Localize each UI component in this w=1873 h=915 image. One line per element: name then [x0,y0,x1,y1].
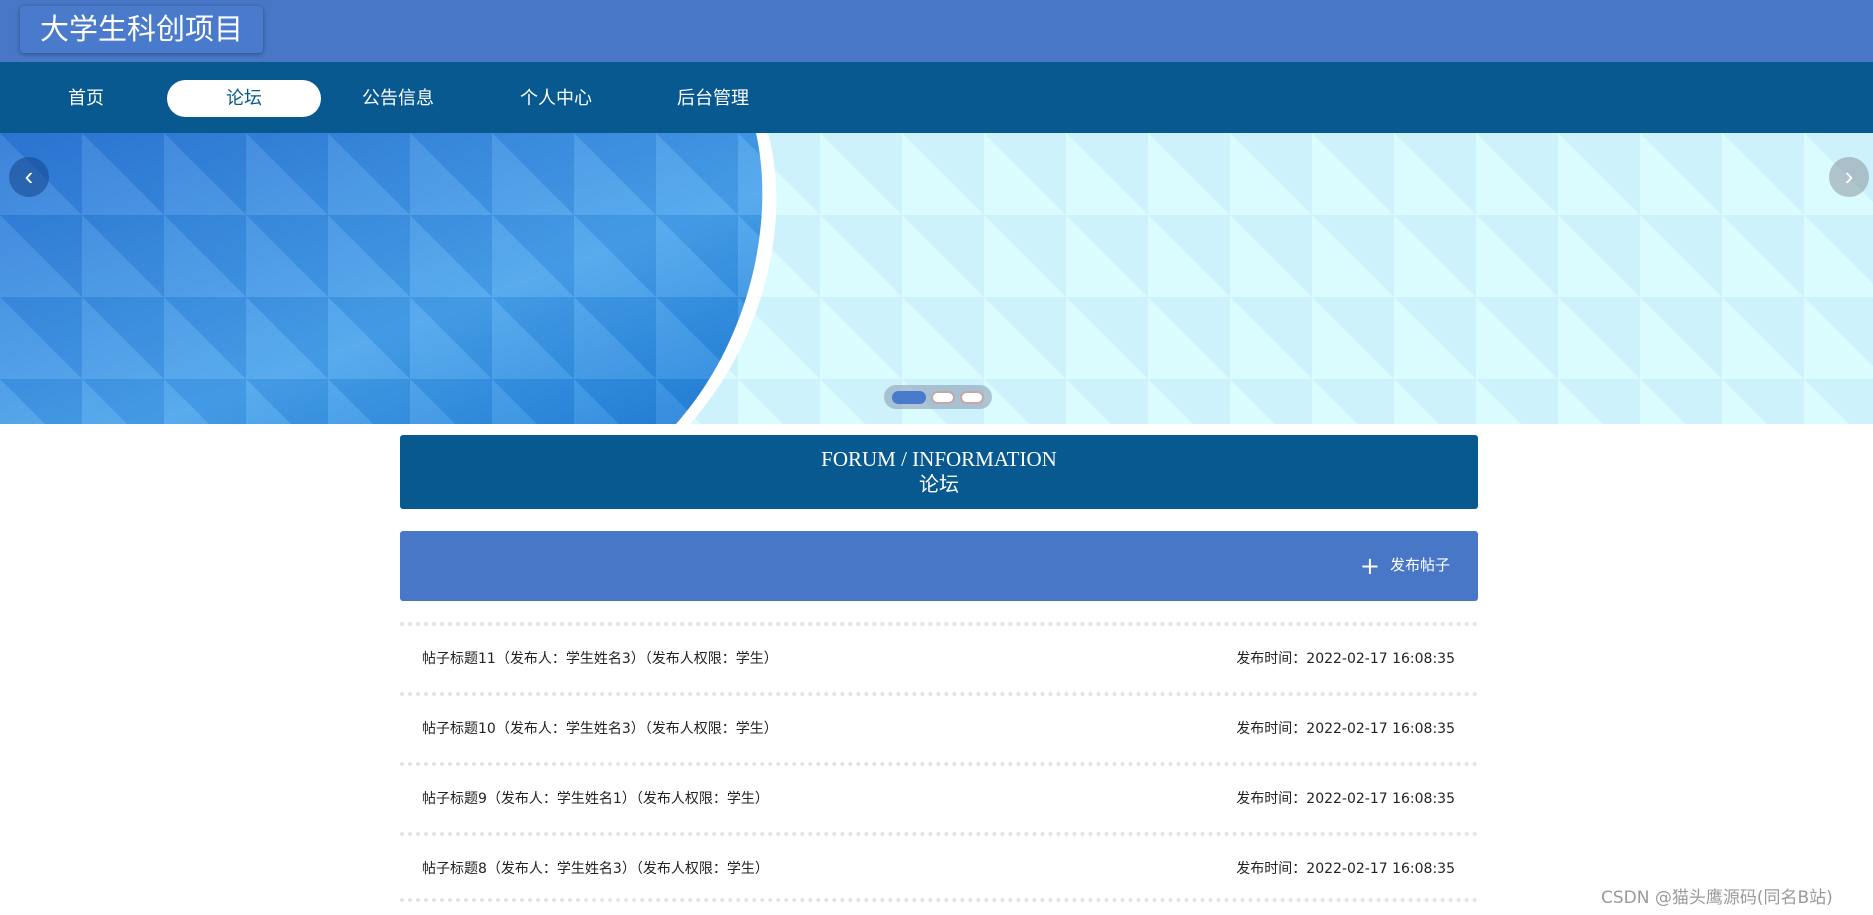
nav-item-home[interactable]: 首页 [9,80,163,117]
top-bar: 大学生科创项目 [0,0,1873,62]
post-item[interactable]: 帖子标题10（发布人：学生姓名3）（发布人权限：学生） 发布时间：2022-02… [400,692,1478,762]
post-item[interactable]: 帖子标题9（发布人：学生姓名1）（发布人权限：学生） 发布时间：2022-02-… [400,762,1478,832]
post-time: 发布时间：2022-02-17 16:08:35 [1236,791,1455,807]
action-bar: + 发布帖子 [400,531,1478,601]
watermark: CSDN @猫头鹰源码(同名B站) [1601,888,1833,908]
chevron-right-icon: › [1844,161,1854,191]
section-title-en: FORUM / INFORMATION [821,447,1057,471]
chevron-left-icon: ‹ [24,161,34,191]
post-time: 发布时间：2022-02-17 16:08:35 [1236,721,1455,737]
banner-carousel [0,133,1873,424]
post-list: 帖子标题11（发布人：学生姓名3）（发布人权限：学生） 发布时间：2022-02… [400,622,1478,902]
nav-item-admin[interactable]: 后台管理 [636,80,790,117]
post-item[interactable]: 帖子标题8（发布人：学生姓名3）（发布人权限：学生） 发布时间：2022-02-… [400,832,1478,902]
site-title[interactable]: 大学生科创项目 [20,6,264,53]
post-title[interactable]: 帖子标题10（发布人：学生姓名3）（发布人权限：学生） [422,718,778,738]
post-title[interactable]: 帖子标题9（发布人：学生姓名1）（发布人权限：学生） [422,788,769,808]
post-time: 发布时间：2022-02-17 16:08:35 [1236,651,1455,667]
carousel-dot-3[interactable] [960,391,984,404]
nav-item-announcements[interactable]: 公告信息 [321,80,475,117]
carousel-dot-2[interactable] [931,391,955,404]
post-title[interactable]: 帖子标题8（发布人：学生姓名3）（发布人权限：学生） [422,858,769,878]
section-header: FORUM / INFORMATION 论坛 [400,435,1478,509]
carousel-next-button[interactable]: › [1829,157,1869,197]
section-title-cn: 论坛 [919,472,959,496]
banner-image [0,133,1873,424]
nav-item-personal-center[interactable]: 个人中心 [479,80,633,117]
post-title[interactable]: 帖子标题11（发布人：学生姓名3）（发布人权限：学生） [422,648,778,668]
publish-post-button[interactable]: + 发布帖子 [1359,551,1450,580]
plus-icon: + [1359,551,1380,580]
publish-post-label: 发布帖子 [1389,556,1450,574]
nav-item-forum[interactable]: 论坛 [167,80,321,117]
post-item[interactable]: 帖子标题11（发布人：学生姓名3）（发布人权限：学生） 发布时间：2022-02… [400,622,1478,692]
post-time: 发布时间：2022-02-17 16:08:35 [1236,861,1455,877]
carousel-prev-button[interactable]: ‹ [9,157,49,197]
carousel-dot-1[interactable] [892,391,926,404]
carousel-indicators [884,385,992,409]
